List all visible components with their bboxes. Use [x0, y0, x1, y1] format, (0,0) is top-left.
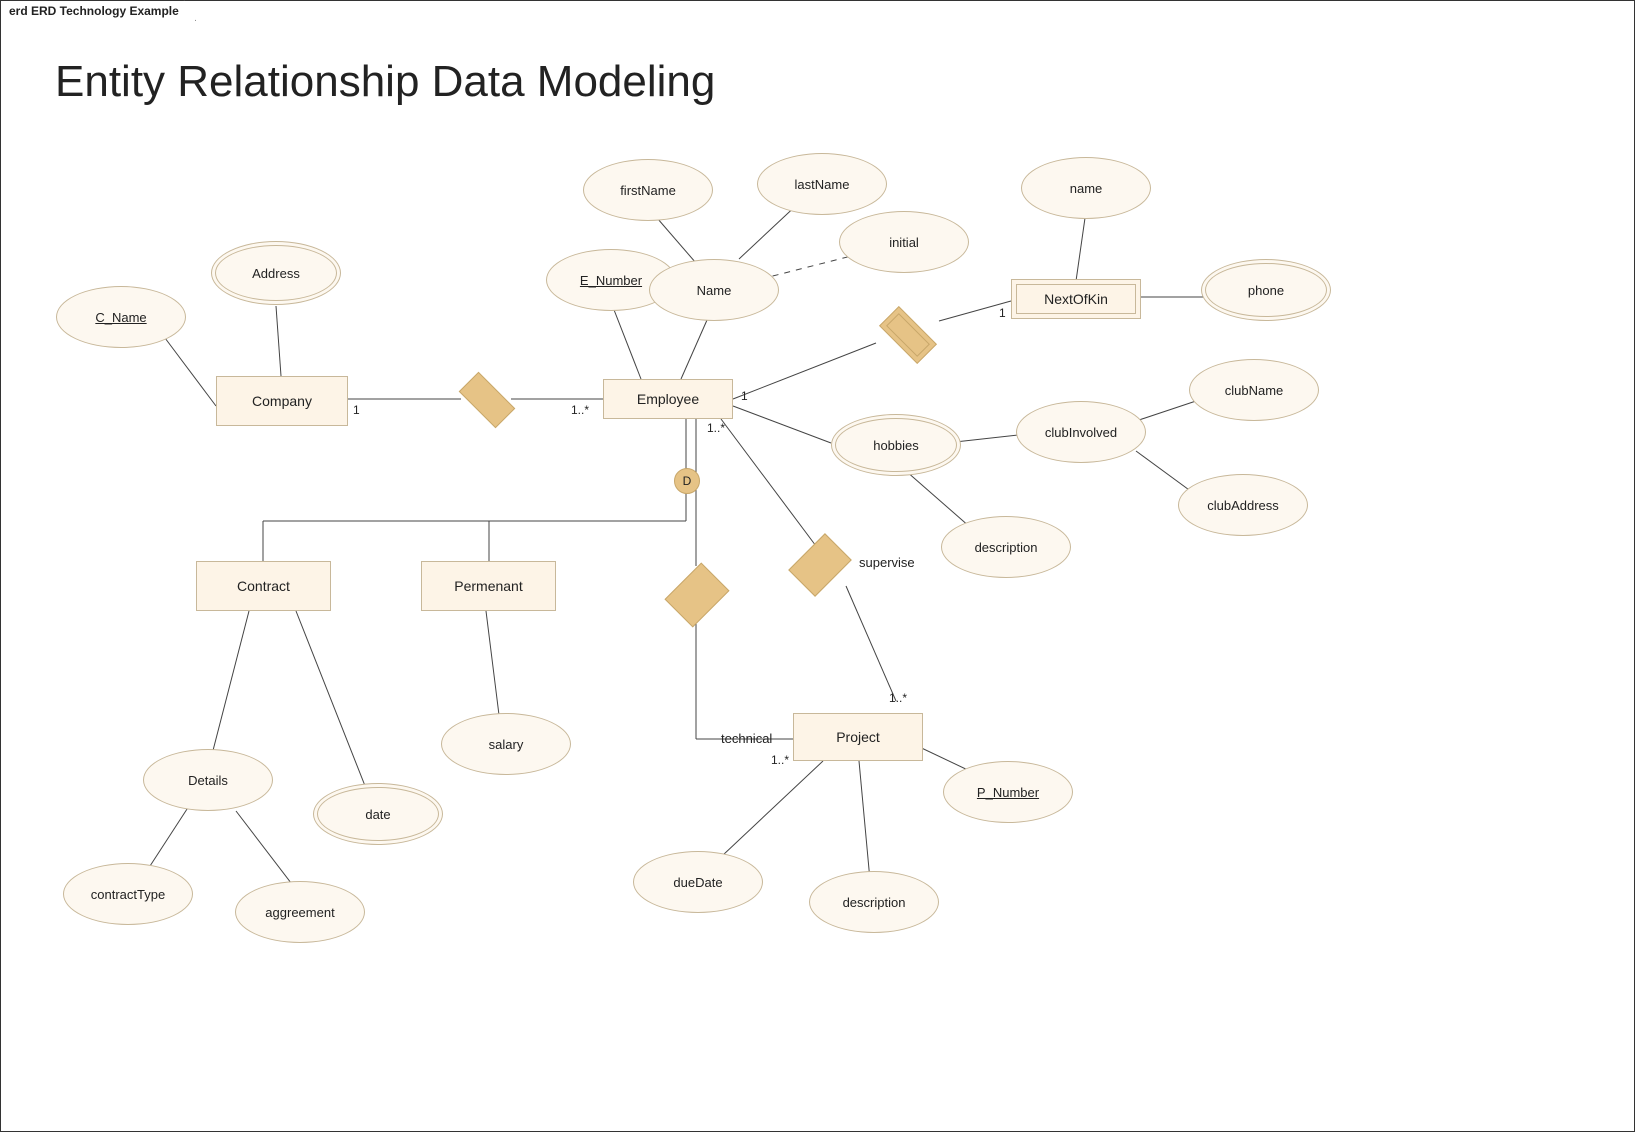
entity-permenant: Permenant [421, 561, 556, 611]
diagram-title: Entity Relationship Data Modeling [55, 57, 715, 107]
attr-date: date [313, 783, 443, 845]
attr-clubinvolved: clubInvolved [1016, 401, 1146, 463]
relationship-supervise [801, 539, 837, 589]
attr-lastname: lastName [757, 153, 887, 215]
card-project-technical: 1..* [771, 753, 789, 767]
attr-clubaddress: clubAddress [1178, 474, 1308, 536]
attr-nok-name: name [1021, 157, 1151, 219]
attr-aggreement: aggreement [235, 881, 365, 943]
relationship-company-employee [461, 386, 511, 412]
attr-name: Name [649, 259, 779, 321]
attr-clubname: clubName [1189, 359, 1319, 421]
attr-hobbies-description: description [941, 516, 1071, 578]
attr-firstname: firstName [583, 159, 713, 221]
card-employee-company: 1..* [571, 403, 589, 417]
card-employee-project: 1..* [707, 421, 725, 435]
attr-address: Address [211, 241, 341, 305]
label-technical: technical [721, 731, 772, 746]
attr-proj-description: description [809, 871, 939, 933]
diagram-frame: erd ERD Technology Example Entity Relati… [0, 0, 1635, 1132]
entity-company: Company [216, 376, 348, 426]
attr-c-name: C_Name [56, 286, 186, 348]
attr-salary: salary [441, 713, 571, 775]
entity-nextofkin: NextOfKin [1011, 279, 1141, 319]
attr-hobbies: hobbies [831, 414, 961, 476]
entity-contract: Contract [196, 561, 331, 611]
card-employee-nok: 1 [741, 389, 748, 403]
entity-employee: Employee [603, 379, 733, 419]
card-company: 1 [353, 403, 360, 417]
attr-p-number: P_Number [943, 761, 1073, 823]
card-project-supervise: 1..* [889, 691, 907, 705]
attr-duedate: dueDate [633, 851, 763, 913]
attr-initial: initial [839, 211, 969, 273]
frame-tab: erd ERD Technology Example [0, 0, 196, 21]
card-nok: 1 [999, 306, 1006, 320]
attr-contracttype: contractType [63, 863, 193, 925]
entity-project: Project [793, 713, 923, 761]
attr-phone: phone [1201, 259, 1331, 321]
label-supervise: supervise [859, 555, 915, 570]
attr-details: Details [143, 749, 273, 811]
relationship-technical [677, 569, 715, 619]
disjoint-indicator: D [674, 468, 700, 494]
relationship-employee-nextofkin [881, 321, 933, 347]
